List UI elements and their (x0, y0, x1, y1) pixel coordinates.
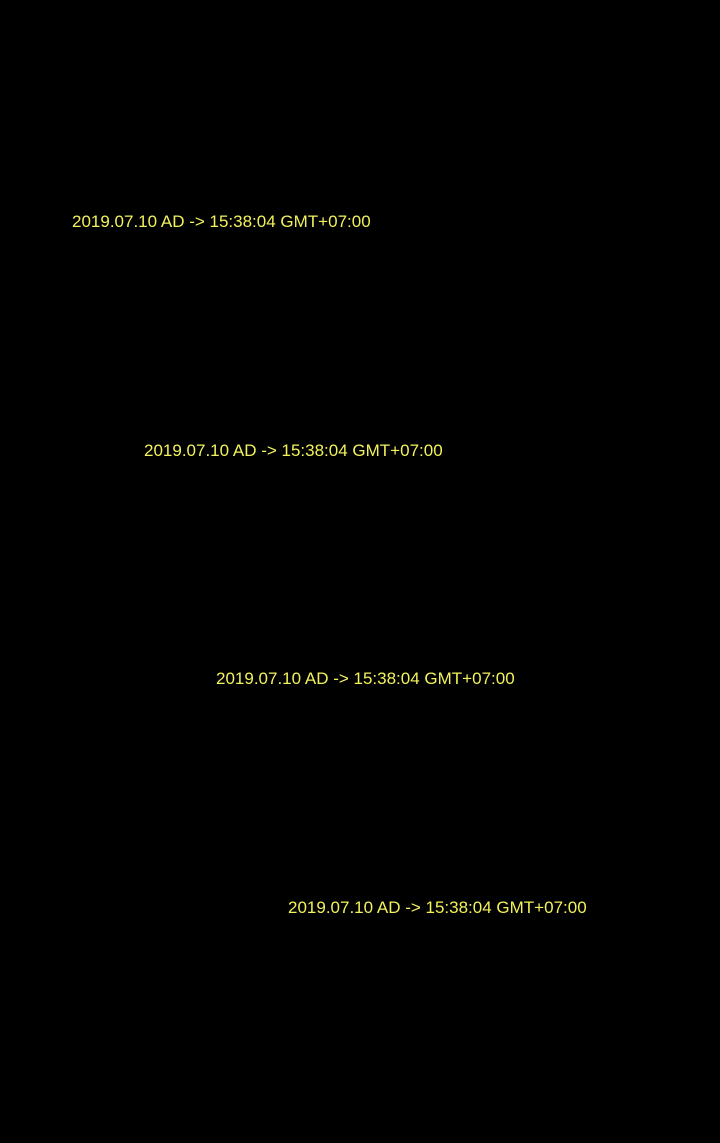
screensaver-screen: 2019.07.10 AD -> 15:38:04 GMT+07:00 2019… (0, 0, 720, 1143)
datetime-text: 2019.07.10 AD -> 15:38:04 GMT+07:00 (72, 212, 371, 231)
datetime-text: 2019.07.10 AD -> 15:38:04 GMT+07:00 (216, 669, 515, 688)
datetime-text: 2019.07.10 AD -> 15:38:04 GMT+07:00 (144, 441, 443, 460)
datetime-text: 2019.07.10 AD -> 15:38:04 GMT+07:00 (288, 898, 587, 917)
